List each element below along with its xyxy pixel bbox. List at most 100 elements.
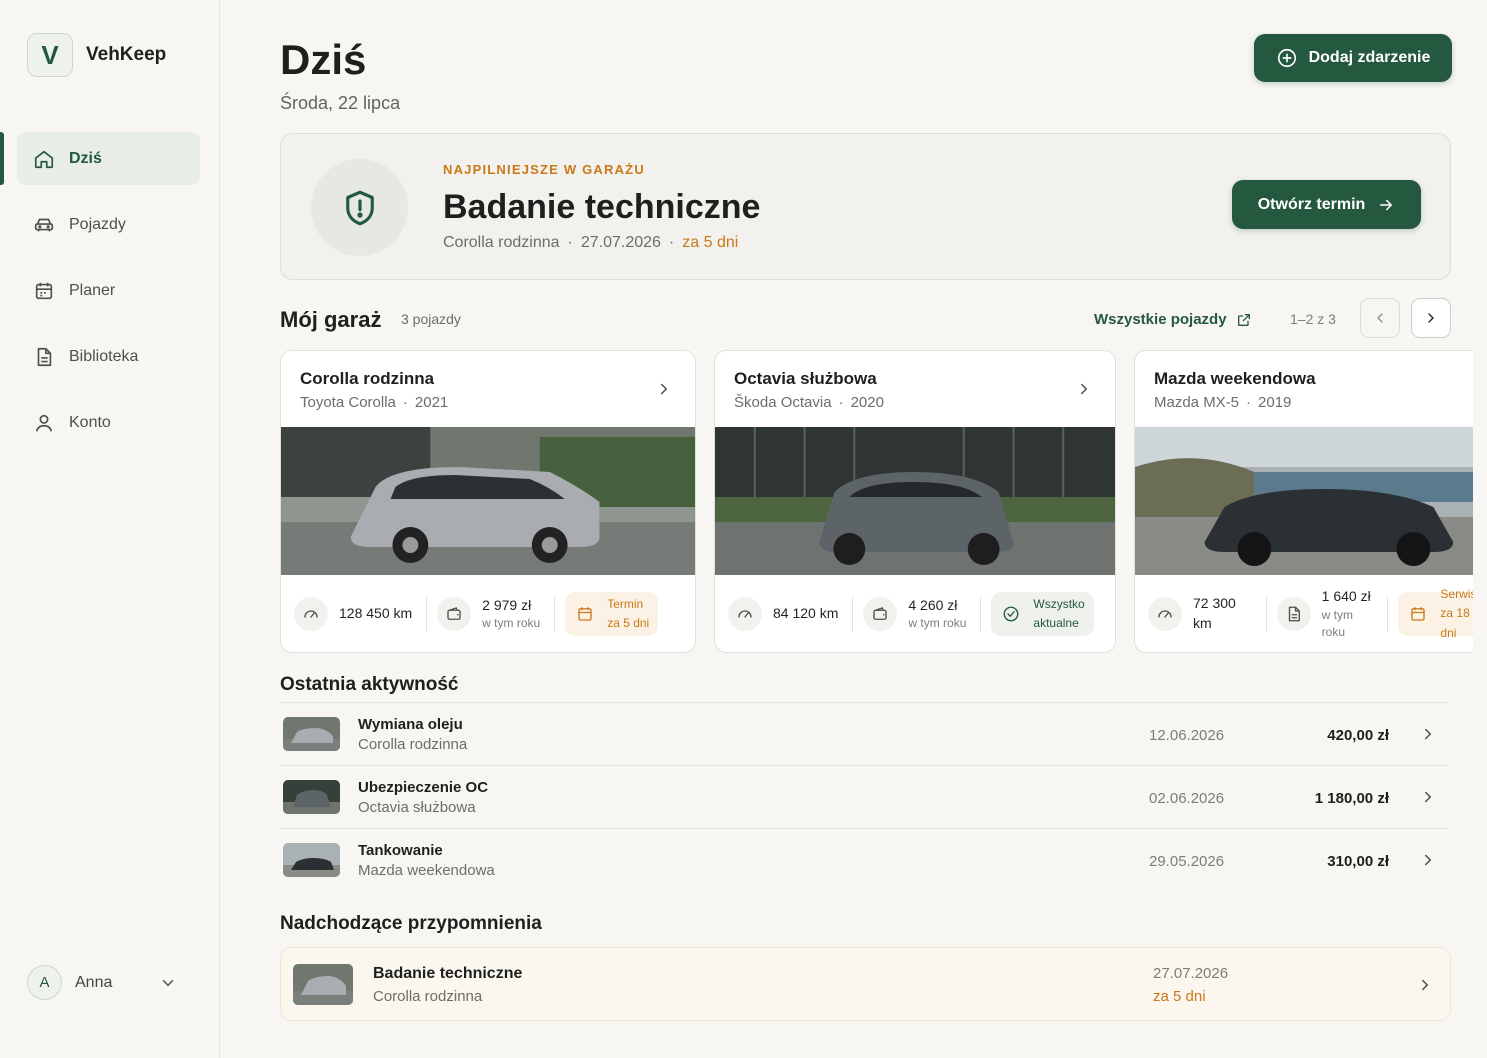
- cost-label: w tym roku: [1321, 608, 1353, 639]
- wallet-icon: [447, 607, 461, 620]
- activity-amount: 310,00 zł: [1327, 853, 1389, 870]
- vehicle-photo: [281, 427, 695, 575]
- activity-amount: 1 180,00 zł: [1314, 790, 1389, 807]
- cost-label: w tym roku: [482, 616, 541, 631]
- activity-vehicle: Octavia służbowa: [358, 799, 476, 816]
- reminder-due: za 5 dni: [1153, 988, 1206, 1005]
- vehicle-year: 2019: [1258, 394, 1292, 411]
- open-term-button[interactable]: Otwórz termin: [1232, 180, 1421, 229]
- nav-label: Pojazdy: [69, 215, 126, 233]
- cost-stat: 2 979 zł w tym roku: [437, 592, 550, 636]
- brand[interactable]: V VehKeep: [27, 33, 166, 77]
- speedometer-icon: [1158, 610, 1172, 618]
- vehicle-card-corolla[interactable]: Corolla rodzinna Toyota Corolla · 2021 128…: [280, 350, 696, 653]
- vehicle-thumbnail: [283, 843, 340, 877]
- shield-alert-icon: [345, 190, 374, 225]
- nav-item-library[interactable]: Biblioteka: [17, 330, 200, 383]
- pager-prev-button[interactable]: [1360, 298, 1400, 338]
- urgent-meta: Corolla rodzinna · 27.07.2026 · za 5 dni: [443, 234, 739, 251]
- garage-title: Mój garaż: [280, 307, 382, 332]
- all-vehicles-link[interactable]: Wszystkie pojazdy: [1094, 311, 1252, 328]
- nav-item-today[interactable]: Dziś: [0, 132, 200, 185]
- activity-vehicle: Corolla rodzinna: [358, 736, 468, 753]
- sidebar: V VehKeep Dziś Pojazdy Planer Biblioteka…: [0, 0, 220, 1058]
- status-badge[interactable]: Wszystko aktualne: [991, 592, 1094, 636]
- reminders-title: Nadchodzące przypomnienia: [280, 913, 542, 934]
- vehicle-model: Škoda Octavia · 2020: [734, 394, 884, 411]
- vehicle-model-name: Toyota Corolla: [300, 394, 396, 411]
- vehicle-stats: 128 450 km 2 979 zł w tym roku Termin za 5…: [281, 575, 695, 652]
- vehicle-card-mazda[interactable]: Mazda weekendowa Mazda MX-5 · 2019 72 300 …: [1134, 350, 1473, 653]
- status-badge[interactable]: Termin za 5 dni: [565, 592, 659, 636]
- activity-title: Ostatnia aktywność: [280, 674, 459, 695]
- mileage-value: 128 450 km: [339, 605, 413, 622]
- chevron-right-icon: [1425, 791, 1432, 803]
- user-name: Anna: [75, 973, 113, 991]
- mileage-value: 84 120 km: [773, 605, 839, 622]
- vehicle-stats: 72 300 km 1 640 zł w tym roku Serwis za 18…: [1135, 575, 1473, 652]
- status-line1: Termin: [607, 596, 644, 611]
- urgent-card: NAJPILNIEJSZE W GARAŻU Badanie techniczn…: [280, 133, 1451, 280]
- shield-badge: [311, 159, 408, 256]
- vehicle-year: 2020: [850, 394, 884, 411]
- vehicle-name: Octavia służbowa: [734, 369, 877, 388]
- pager-text: 1–2 z 3: [1290, 311, 1336, 327]
- avatar: A: [27, 965, 62, 1000]
- car-icon: [34, 218, 54, 231]
- add-event-button[interactable]: Dodaj zdarzenie: [1254, 34, 1452, 82]
- activity-vehicle: Mazda weekendowa: [358, 862, 495, 879]
- nav-label: Konto: [69, 413, 111, 431]
- cost-label: w tym roku: [908, 616, 967, 631]
- mileage-value: 72 300 km: [1193, 595, 1236, 631]
- vehicle-photo: [715, 427, 1115, 575]
- vehicle-model: Toyota Corolla · 2021: [300, 394, 449, 411]
- chevron-right-icon: [1422, 979, 1429, 991]
- user-menu[interactable]: A Anna: [27, 965, 177, 1000]
- speedometer-icon: [304, 610, 318, 618]
- app-name: VehKeep: [86, 44, 167, 65]
- vehicle-card-octavia[interactable]: Octavia służbowa Škoda Octavia · 2020 84 1…: [714, 350, 1116, 653]
- pager-next-button[interactable]: [1411, 298, 1451, 338]
- vehicle-name: Mazda weekendowa: [1154, 369, 1316, 388]
- cost-value: 1 640 zł: [1321, 588, 1371, 605]
- arrow-right-icon: [1380, 199, 1393, 210]
- nav-item-planner[interactable]: Planer: [17, 264, 200, 317]
- activity-date: 02.06.2026: [1149, 790, 1225, 807]
- garage-count: 3 pojazdy: [401, 311, 461, 327]
- home-icon: [34, 150, 54, 168]
- reminder-row[interactable]: Badanie techniczne Corolla rodzinna 27.0…: [280, 947, 1451, 1021]
- activity-amount: 420,00 zł: [1327, 727, 1389, 744]
- vehicle-model: Mazda MX-5 · 2019: [1154, 394, 1292, 411]
- all-vehicles-label: Wszystkie pojazdy: [1094, 311, 1227, 328]
- activity-row[interactable]: Tankowanie Mazda weekendowa 29.05.2026 3…: [280, 829, 1449, 892]
- vehicle-carousel: Corolla rodzinna Toyota Corolla · 2021 128…: [280, 350, 1473, 654]
- plus-circle-icon: [1277, 48, 1296, 68]
- activity-date: 29.05.2026: [1149, 853, 1225, 870]
- chevron-left-icon: [1377, 313, 1383, 323]
- mileage-stat: 72 300 km: [1148, 592, 1262, 636]
- nav-label: Biblioteka: [69, 347, 139, 365]
- status-line1: Wszystko: [1033, 596, 1085, 611]
- nav-item-vehicles[interactable]: Pojazdy: [17, 198, 200, 251]
- activity-row[interactable]: Wymiana oleju Corolla rodzinna 12.06.202…: [280, 703, 1449, 766]
- page-date: Środa, 22 lipca: [280, 93, 401, 113]
- vehicle-year: 2021: [414, 394, 449, 411]
- cost-value: 4 260 zł: [908, 596, 958, 613]
- nav-item-account[interactable]: Konto: [17, 396, 200, 449]
- activity-row[interactable]: Ubezpieczenie OC Octavia służbowa 02.06.…: [280, 766, 1449, 829]
- status-line2: aktualne: [1033, 616, 1079, 630]
- cost-value: 2 979 zł: [482, 596, 532, 613]
- nav-label: Planer: [69, 281, 116, 299]
- reminder-title: Badanie techniczne: [373, 965, 523, 982]
- vehicle-model-name: Mazda MX-5: [1154, 394, 1240, 411]
- document-icon: [1288, 606, 1300, 622]
- page-title: Dziś: [280, 36, 367, 83]
- mileage-stat: 128 450 km: [294, 592, 422, 636]
- chevron-right-icon: [1081, 383, 1088, 395]
- urgent-date: 27.07.2026: [580, 234, 661, 251]
- status-badge[interactable]: Serwis za 18 dni: [1398, 587, 1473, 640]
- open-term-label: Otwórz termin: [1257, 195, 1366, 213]
- add-event-label: Dodaj zdarzenie: [1308, 49, 1431, 66]
- calendar-icon: [578, 607, 592, 621]
- status-line2: za 18 dni: [1440, 606, 1470, 640]
